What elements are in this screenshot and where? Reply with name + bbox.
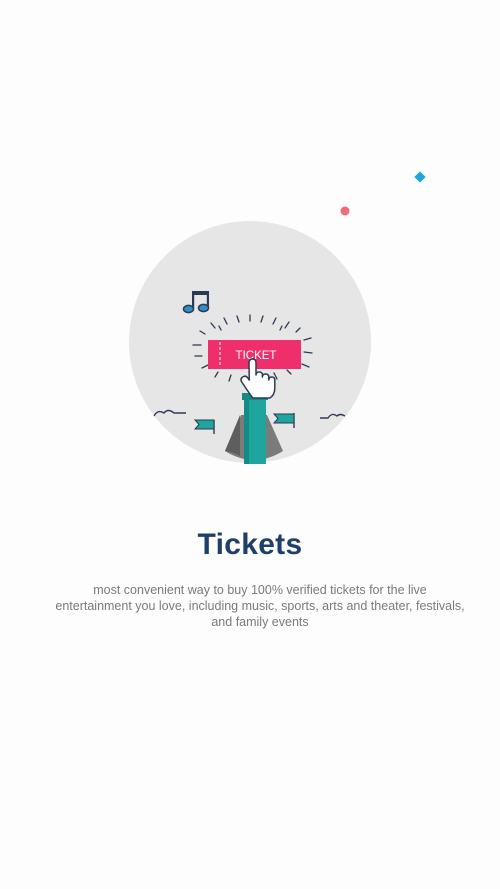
page-description: most convenient way to buy 100% verified… <box>55 583 465 629</box>
diamond-decoration <box>414 171 426 183</box>
page-title: Tickets <box>197 528 303 561</box>
dot-decoration <box>340 206 350 216</box>
tickets-illustration: TICKET <box>129 171 426 464</box>
